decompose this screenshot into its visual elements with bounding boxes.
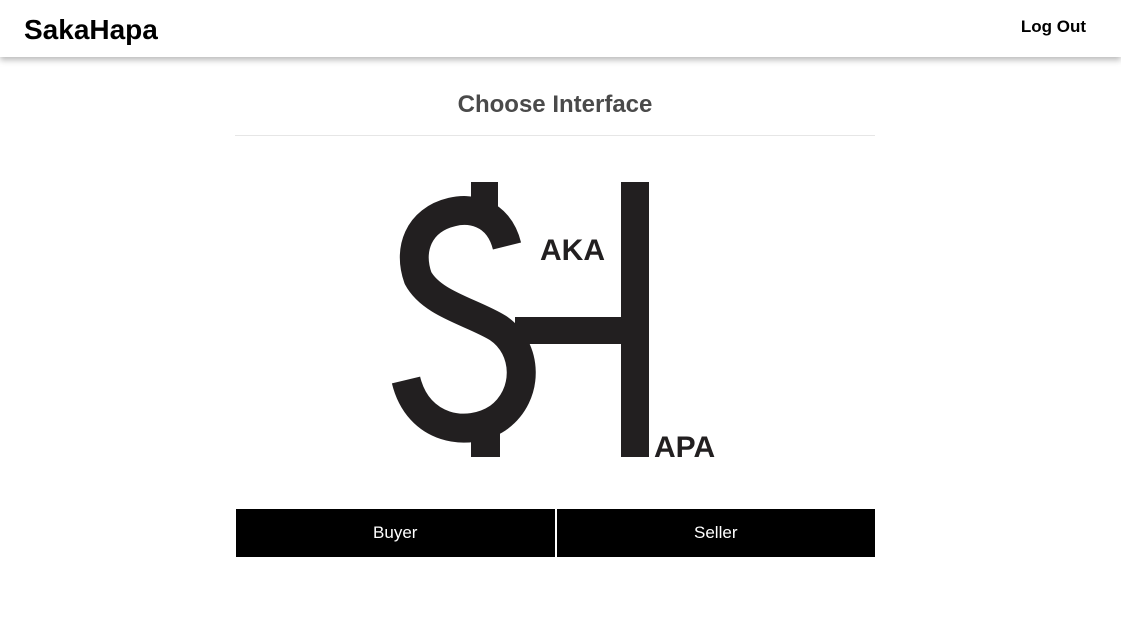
interface-options: Buyer Seller <box>236 509 875 557</box>
brand-title[interactable]: SakaHapa <box>24 13 158 47</box>
sakahapa-logo: AKA APA <box>390 180 720 460</box>
logo-text-top: AKA <box>540 234 605 267</box>
top-navbar: SakaHapa Log Out <box>0 0 1121 57</box>
title-divider <box>235 135 875 136</box>
interface-chooser: Choose Interface AKA APA Buyer Seller <box>235 57 875 557</box>
logo-text-bottom: APA <box>654 431 715 460</box>
logout-button[interactable]: Log Out <box>1021 17 1086 37</box>
page-title: Choose Interface <box>457 91 653 118</box>
buyer-button[interactable]: Buyer <box>236 509 555 557</box>
seller-button[interactable]: Seller <box>556 509 875 557</box>
